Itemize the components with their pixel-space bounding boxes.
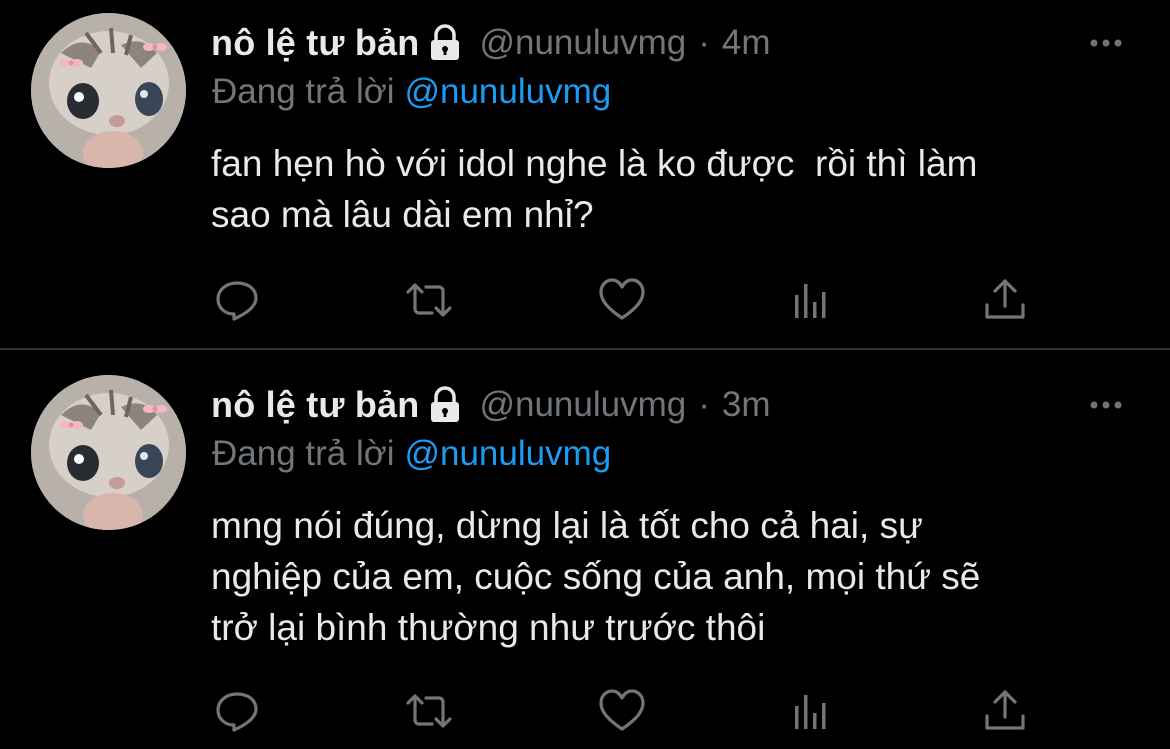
tweet-text-line: sao mà lâu dài em nhỉ? [211, 194, 594, 235]
reply-mention-link[interactable]: @nunuluvmg [404, 434, 611, 473]
tweet[interactable]: nô lệ tư bản @nunuluvmg · 4m Đang trả lờ… [0, 0, 1170, 348]
retweet-icon[interactable] [404, 275, 454, 325]
more-dots-icon[interactable] [1086, 28, 1126, 58]
author-handle[interactable]: @nunuluvmg [479, 23, 686, 63]
author-name[interactable]: nô lệ tư bản [211, 22, 419, 64]
avatar[interactable] [31, 375, 186, 530]
author-name[interactable]: nô lệ tư bản [211, 384, 419, 426]
share-icon[interactable] [980, 275, 1030, 325]
author-handle[interactable]: @nunuluvmg [479, 385, 686, 425]
replying-to-label: Đang trả lời [212, 434, 395, 473]
replying-to-label: Đang trả lời [212, 72, 395, 111]
tweet-text-line: fan hẹn hò với idol nghe là ko được rồi … [211, 143, 978, 184]
tweet-header: nô lệ tư bản @nunuluvmg · 4m [211, 18, 771, 68]
action-bar [0, 275, 1170, 325]
timestamp[interactable]: 4m [722, 23, 771, 63]
separator-dot: · [698, 23, 710, 62]
analytics-icon[interactable] [788, 686, 838, 736]
separator-dot: · [698, 385, 710, 424]
lock-icon [425, 23, 465, 63]
tweet-text-line: trở lại bình thường như trước thôi [211, 607, 766, 648]
tweet-text: fan hẹn hò với idol nghe là ko được rồi … [211, 138, 1141, 240]
like-icon[interactable] [597, 275, 647, 325]
more-dots-icon[interactable] [1086, 390, 1126, 420]
share-icon[interactable] [980, 686, 1030, 736]
like-icon[interactable] [597, 686, 647, 736]
avatar[interactable] [31, 13, 186, 168]
tweet[interactable]: nô lệ tư bản @nunuluvmg · 3m Đang trả lờ… [0, 350, 1170, 749]
tweet-text-line: mng nói đúng, dừng lại là tốt cho cả hai… [211, 505, 923, 546]
reply-icon[interactable] [212, 686, 262, 736]
lock-icon [425, 385, 465, 425]
avatar-cat-image [31, 13, 186, 168]
analytics-icon[interactable] [788, 275, 838, 325]
reply-icon[interactable] [212, 275, 262, 325]
tweet-header: nô lệ tư bản @nunuluvmg · 3m [211, 380, 771, 430]
reply-mention-link[interactable]: @nunuluvmg [404, 72, 611, 111]
action-bar [0, 686, 1170, 736]
retweet-icon[interactable] [404, 686, 454, 736]
timestamp[interactable]: 3m [722, 385, 771, 425]
replying-to: Đang trả lời @nunuluvmg [212, 72, 611, 112]
tweet-text-line: nghiệp của em, cuộc sống của anh, mọi th… [211, 556, 981, 597]
avatar-cat-image [31, 375, 186, 530]
tweet-text: mng nói đúng, dừng lại là tốt cho cả hai… [211, 500, 1141, 653]
replying-to: Đang trả lời @nunuluvmg [212, 434, 611, 474]
